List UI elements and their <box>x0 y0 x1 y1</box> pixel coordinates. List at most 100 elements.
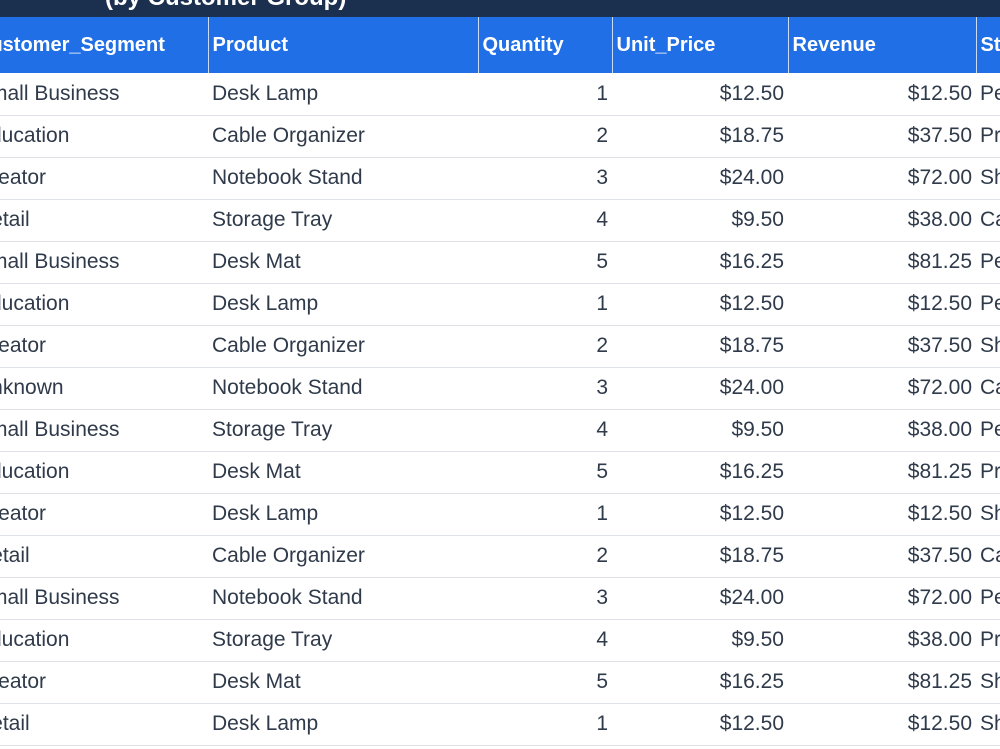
cell-revenue: $12.50 <box>788 703 976 746</box>
column-header-revenue[interactable]: Revenue <box>787 17 976 73</box>
table-row[interactable]: CreatorDesk Mat5$16.25$81.25Sh <box>0 661 1000 704</box>
cell-customer-segment: Retail <box>0 535 208 578</box>
cell-product: Storage Tray <box>208 409 478 452</box>
cell-unit-price: $16.25 <box>612 661 788 704</box>
cell-status: Sh <box>976 157 1000 200</box>
cell-quantity: 5 <box>478 241 612 284</box>
cell-status: Pe <box>976 73 1000 116</box>
cell-unit-price: $24.00 <box>612 157 788 200</box>
data-table-container: Customer_Segment Product Quantity Unit_P… <box>0 17 1000 746</box>
table-row[interactable]: EducationStorage Tray4$9.50$38.00Pr <box>0 619 1000 662</box>
table-row[interactable]: RetailDesk Lamp1$12.50$12.50Sh <box>0 703 1000 746</box>
cell-customer-segment: Retail <box>0 199 208 242</box>
cell-customer-segment: Education <box>0 283 208 326</box>
table-row[interactable]: Small BusinessDesk Lamp1$12.50$12.50Pe <box>0 73 1000 116</box>
cell-status: Pe <box>976 283 1000 326</box>
table-row[interactable]: EducationDesk Mat5$16.25$81.25Pr <box>0 451 1000 494</box>
table-row[interactable]: Small BusinessDesk Mat5$16.25$81.25Pe <box>0 241 1000 284</box>
cell-product: Desk Mat <box>208 451 478 494</box>
cell-customer-segment: Education <box>0 619 208 662</box>
table-row[interactable]: RetailStorage Tray4$9.50$38.00Ca <box>0 199 1000 242</box>
cell-revenue: $12.50 <box>788 73 976 116</box>
cell-customer-segment: Small Business <box>0 241 208 284</box>
cell-unit-price: $18.75 <box>612 535 788 578</box>
cell-product: Desk Lamp <box>208 703 478 746</box>
column-header-product[interactable]: Product <box>207 17 478 73</box>
cell-product: Desk Lamp <box>208 283 478 326</box>
cell-unit-price: $24.00 <box>612 367 788 410</box>
cell-unit-price: $18.75 <box>612 325 788 368</box>
cell-revenue: $81.25 <box>788 451 976 494</box>
cell-product: Cable Organizer <box>208 115 478 158</box>
cell-product: Desk Mat <box>208 241 478 284</box>
cell-status: Pr <box>976 115 1000 158</box>
cell-unit-price: $9.50 <box>612 619 788 662</box>
column-header-customer-segment[interactable]: Customer_Segment <box>0 17 208 73</box>
cell-customer-segment: Creator <box>0 325 208 368</box>
cell-status: Pe <box>976 577 1000 620</box>
cell-product: Cable Organizer <box>208 535 478 578</box>
cell-customer-segment: Small Business <box>0 577 208 620</box>
cell-status: Sh <box>976 493 1000 536</box>
cell-quantity: 3 <box>478 157 612 200</box>
table-row[interactable]: Small BusinessStorage Tray4$9.50$38.00Pe <box>0 409 1000 452</box>
cell-status: Sh <box>976 661 1000 704</box>
table-row[interactable]: CreatorCable Organizer2$18.75$37.50Sh <box>0 325 1000 368</box>
cell-unit-price: $9.50 <box>612 409 788 452</box>
table-row[interactable]: EducationDesk Lamp1$12.50$12.50Pe <box>0 283 1000 326</box>
table-row[interactable]: CreatorNotebook Stand3$24.00$72.00Sh <box>0 157 1000 200</box>
table-row[interactable]: Small BusinessNotebook Stand3$24.00$72.0… <box>0 577 1000 620</box>
column-header-status[interactable]: Status <box>975 17 1000 73</box>
cell-unit-price: $16.25 <box>612 451 788 494</box>
cell-quantity: 3 <box>478 367 612 410</box>
cell-customer-segment: Creator <box>0 661 208 704</box>
cell-unit-price: $12.50 <box>612 73 788 116</box>
cell-revenue: $81.25 <box>788 661 976 704</box>
table-row[interactable]: UnknownNotebook Stand3$24.00$72.00Ca <box>0 367 1000 410</box>
cell-customer-segment: Unknown <box>0 367 208 410</box>
column-header-unit-price[interactable]: Unit_Price <box>611 17 788 73</box>
cell-revenue: $38.00 <box>788 199 976 242</box>
cell-quantity: 4 <box>478 619 612 662</box>
cell-quantity: 1 <box>478 493 612 536</box>
cell-product: Storage Tray <box>208 199 478 242</box>
cell-unit-price: $12.50 <box>612 703 788 746</box>
cell-customer-segment: Retail <box>0 703 208 746</box>
cell-quantity: 3 <box>478 577 612 620</box>
cell-revenue: $37.50 <box>788 115 976 158</box>
table-row[interactable]: CreatorDesk Lamp1$12.50$12.50Sh <box>0 493 1000 536</box>
cell-status: Sh <box>976 703 1000 746</box>
cell-quantity: 2 <box>478 535 612 578</box>
title-bar: (by Customer Group) <box>0 0 1000 17</box>
cell-quantity: 1 <box>478 73 612 116</box>
cell-quantity: 5 <box>478 661 612 704</box>
cell-product: Notebook Stand <box>208 367 478 410</box>
cell-customer-segment: Creator <box>0 493 208 536</box>
cell-status: Sh <box>976 325 1000 368</box>
cell-revenue: $72.00 <box>788 577 976 620</box>
cell-status: Ca <box>976 199 1000 242</box>
cell-revenue: $12.50 <box>788 283 976 326</box>
cell-status: Ca <box>976 535 1000 578</box>
cell-unit-price: $12.50 <box>612 283 788 326</box>
cell-status: Pe <box>976 409 1000 452</box>
cell-unit-price: $24.00 <box>612 577 788 620</box>
cell-quantity: 4 <box>478 199 612 242</box>
cell-unit-price: $9.50 <box>612 199 788 242</box>
cell-customer-segment: Education <box>0 115 208 158</box>
cell-quantity: 4 <box>478 409 612 452</box>
cell-revenue: $38.00 <box>788 409 976 452</box>
cell-unit-price: $16.25 <box>612 241 788 284</box>
cell-product: Desk Mat <box>208 661 478 704</box>
table-row[interactable]: EducationCable Organizer2$18.75$37.50Pr <box>0 115 1000 158</box>
cell-product: Desk Lamp <box>208 493 478 536</box>
cell-product: Notebook Stand <box>208 577 478 620</box>
cell-product: Notebook Stand <box>208 157 478 200</box>
cell-customer-segment: Education <box>0 451 208 494</box>
cell-quantity: 1 <box>478 703 612 746</box>
table-title: (by Customer Group) <box>105 0 346 12</box>
table-row[interactable]: RetailCable Organizer2$18.75$37.50Ca <box>0 535 1000 578</box>
table-viewport: (by Customer Group) Customer_Segment Pro… <box>0 0 1000 749</box>
cell-status: Pr <box>976 619 1000 662</box>
column-header-quantity[interactable]: Quantity <box>477 17 612 73</box>
